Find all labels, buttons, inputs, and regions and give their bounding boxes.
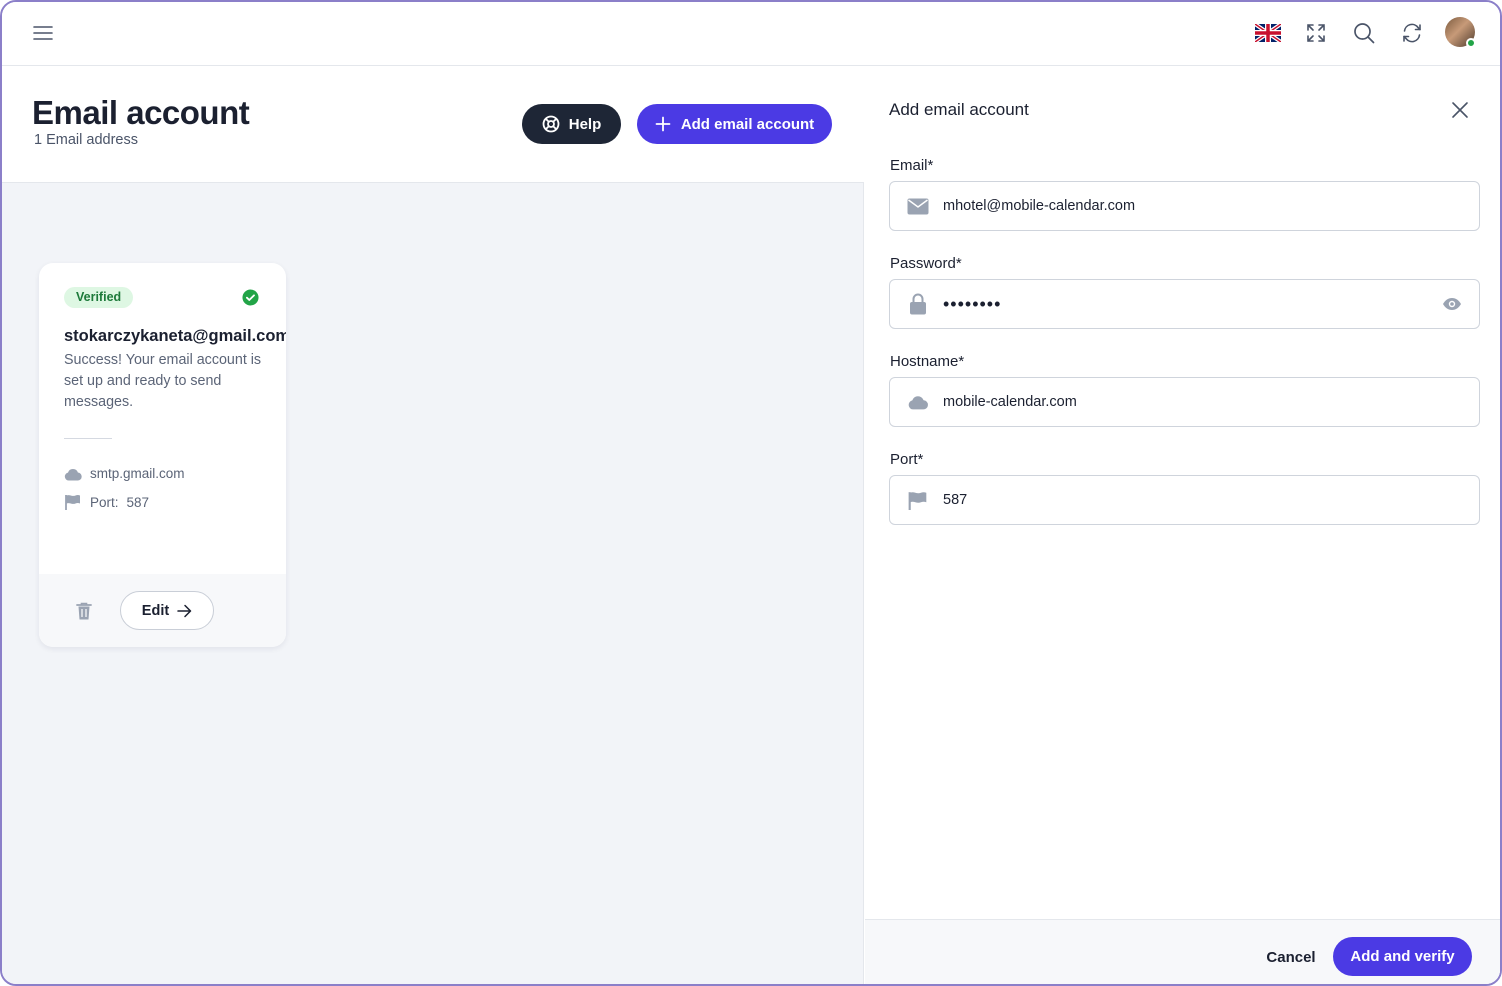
help-button[interactable]: Help (522, 104, 621, 144)
add-and-verify-button[interactable]: Add and verify (1333, 937, 1472, 976)
smtp-host-value: smtp.gmail.com (90, 466, 185, 481)
refresh-icon[interactable] (1398, 19, 1426, 47)
password-label: Password* (890, 255, 962, 272)
top-bar (2, 2, 1500, 66)
flag-icon (65, 495, 80, 510)
add-email-account-label: Add email account (680, 115, 815, 133)
smtp-port-value: 587 (126, 494, 150, 510)
lifebuoy-icon (542, 115, 560, 133)
cloud-icon (907, 391, 929, 413)
cancel-button[interactable]: Cancel (1261, 938, 1321, 976)
search-icon[interactable] (1350, 19, 1378, 47)
fullscreen-icon[interactable] (1302, 19, 1330, 47)
cloud-icon (64, 468, 82, 481)
uk-flag-icon[interactable] (1254, 19, 1282, 47)
hostname-label: Hostname* (890, 353, 965, 370)
trash-icon[interactable] (75, 601, 93, 621)
account-email: stokarczykaneta@gmail.com (64, 327, 286, 345)
edit-button-label: Edit (141, 602, 170, 619)
panel-title: Add email account (889, 100, 1029, 119)
smtp-host: smtp.gmail.com (64, 466, 185, 481)
email-input[interactable] (943, 198, 1479, 214)
password-field-wrapper (889, 279, 1480, 329)
card-actions: Edit (39, 574, 286, 647)
app-window: Email account 1 Email address Help Add e… (0, 0, 1502, 986)
smtp-port-label: Port: (90, 494, 119, 510)
divider (64, 438, 112, 439)
port-input[interactable] (943, 492, 1479, 508)
edit-button[interactable]: Edit (120, 591, 214, 630)
panel-footer: Cancel Add and verify (865, 919, 1500, 984)
help-button-label: Help (568, 115, 602, 133)
status-badge: Verified (64, 287, 134, 308)
email-account-card: Verified stokarczykaneta@gmail.com Succe… (39, 263, 286, 647)
flag-icon (907, 489, 929, 511)
page-subtitle: 1 Email address (34, 132, 138, 148)
avatar[interactable] (1445, 17, 1476, 48)
envelope-icon (907, 195, 929, 217)
password-input[interactable] (943, 293, 1441, 315)
port-label: Port* (890, 451, 924, 468)
plus-icon (655, 116, 671, 132)
email-field-wrapper (889, 181, 1480, 231)
check-circle-icon (242, 289, 259, 306)
email-label: Email* (890, 157, 934, 174)
page-header: Email account 1 Email address Help Add e… (2, 66, 864, 183)
smtp-port: Port: 587 (64, 494, 149, 510)
main-content: Email account 1 Email address Help Add e… (2, 66, 864, 984)
close-icon[interactable] (1450, 100, 1470, 120)
add-email-account-button[interactable]: Add email account (637, 104, 832, 144)
arrow-right-icon (177, 604, 192, 617)
add-email-panel: Add email account Email* Password* (865, 66, 1500, 984)
hostname-input[interactable] (943, 394, 1479, 410)
lock-icon (907, 293, 929, 315)
hostname-field-wrapper (889, 377, 1480, 427)
menu-icon[interactable] (32, 22, 54, 44)
eye-icon[interactable] (1441, 293, 1463, 315)
page-title: Email account (32, 94, 250, 131)
status-message: Success! Your email account is set up an… (64, 352, 262, 410)
port-field-wrapper (889, 475, 1480, 525)
online-status-indicator (1466, 38, 1476, 48)
